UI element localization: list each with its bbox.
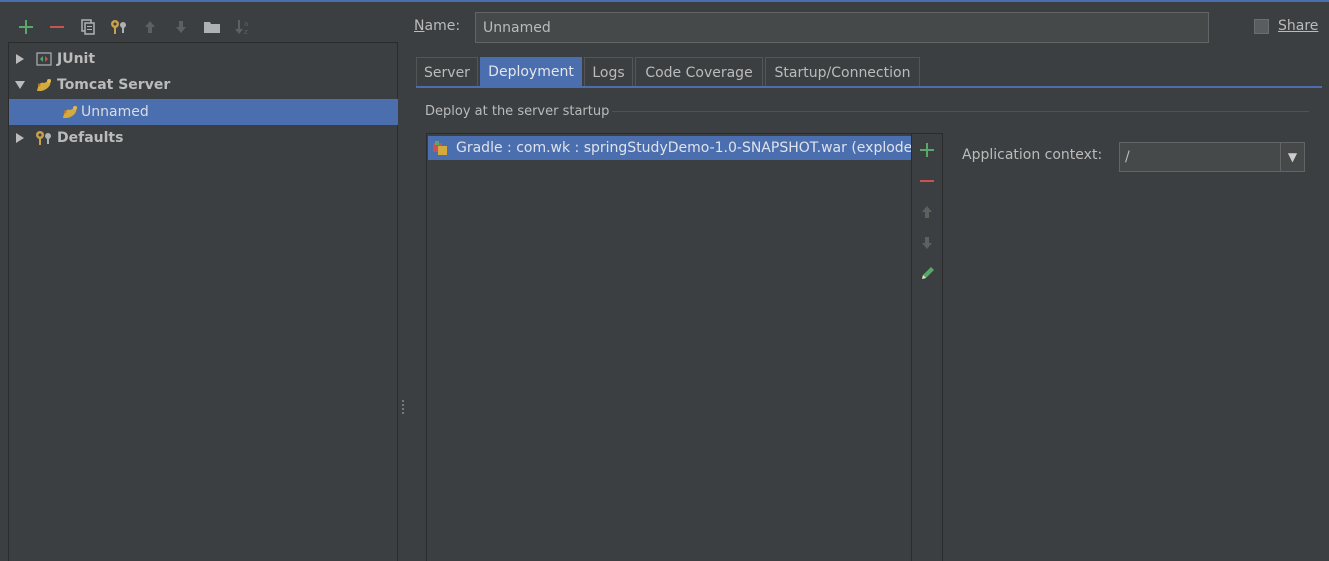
expand-arrow-icon[interactable] <box>15 54 25 64</box>
move-up-deployment-button[interactable] <box>916 201 938 223</box>
tree-item-tomcat-server[interactable]: Tomcat Server <box>9 72 398 98</box>
artifact-icon <box>431 139 449 157</box>
sort-button[interactable]: az <box>227 14 258 40</box>
share-checkbox[interactable]: Share <box>1254 18 1318 34</box>
list-item[interactable]: Gradle : com.wk : springStudyDemo-1.0-SN… <box>428 136 911 160</box>
settings-tabs: Server Deployment Logs Code Coverage Sta… <box>416 57 922 87</box>
tab-logs[interactable]: Logs <box>584 57 633 87</box>
tab-deployment[interactable]: Deployment <box>480 57 582 86</box>
copy-configuration-button[interactable] <box>72 14 103 40</box>
move-down-deployment-button[interactable] <box>916 232 938 254</box>
tree-item-label: Defaults <box>57 130 124 146</box>
application-context-combo[interactable]: / ▼ <box>1119 142 1305 172</box>
tab-code-coverage[interactable]: Code Coverage <box>635 57 763 87</box>
tree-item-label: Unnamed <box>81 104 149 120</box>
create-folder-button[interactable] <box>196 14 227 40</box>
tomcat-icon <box>61 103 79 121</box>
tree-item-unnamed[interactable]: Unnamed <box>9 99 398 125</box>
deployment-item-label: Gradle : com.wk : springStudyDemo-1.0-SN… <box>456 140 911 156</box>
folder-icon <box>203 22 220 33</box>
configurations-tree: JUnit Tomcat Server Unnamed Defaults <box>8 42 398 561</box>
minus-icon <box>920 180 934 182</box>
add-deployment-button[interactable] <box>916 139 938 161</box>
application-context-label: Application context: <box>962 147 1103 163</box>
move-down-button[interactable] <box>165 14 196 40</box>
remove-deployment-button[interactable] <box>916 170 938 192</box>
junit-icon <box>35 50 53 68</box>
arrow-up-icon <box>144 21 155 33</box>
share-label: Share <box>1278 18 1319 34</box>
edit-defaults-button[interactable] <box>103 14 134 40</box>
panel-splitter[interactable] <box>400 398 406 422</box>
arrow-up-icon <box>922 206 932 218</box>
svg-text:a: a <box>244 20 248 28</box>
plus-icon <box>920 143 934 157</box>
checkbox-box[interactable] <box>1254 18 1269 34</box>
pencil-icon <box>922 267 934 279</box>
tree-item-defaults[interactable]: Defaults <box>9 125 398 151</box>
expand-arrow-icon[interactable] <box>15 133 25 143</box>
collapse-arrow-icon[interactable] <box>15 80 25 90</box>
minus-icon <box>49 26 64 28</box>
arrow-down-icon <box>175 21 186 33</box>
section-separator <box>612 111 1309 112</box>
tab-startup-connection[interactable]: Startup/Connection <box>765 57 920 87</box>
sort-icon: az <box>234 20 248 36</box>
wrench-icon <box>110 20 126 34</box>
tab-underline <box>416 86 1322 88</box>
svg-text:z: z <box>244 28 248 36</box>
tree-item-junit[interactable]: JUnit <box>9 46 398 72</box>
copy-icon <box>80 19 95 35</box>
application-context-value[interactable]: / <box>1120 143 1280 171</box>
tab-server[interactable]: Server <box>416 57 478 87</box>
add-configuration-button[interactable] <box>10 14 41 40</box>
deployment-side-toolbar <box>911 133 943 561</box>
configurations-panel: az JUnit Tomcat Server Unnamed Defaults <box>0 2 400 561</box>
tree-item-label: JUnit <box>57 51 96 67</box>
deploy-section-title: Deploy at the server startup <box>425 104 610 119</box>
remove-configuration-button[interactable] <box>41 14 72 40</box>
tree-item-label: Tomcat Server <box>57 77 171 93</box>
tomcat-icon <box>35 76 53 94</box>
chevron-down-icon[interactable]: ▼ <box>1280 143 1304 171</box>
arrow-down-icon <box>922 237 932 249</box>
name-label: Name: <box>414 18 461 34</box>
move-up-button[interactable] <box>134 14 165 40</box>
name-input[interactable] <box>475 12 1209 43</box>
deployment-list[interactable]: Gradle : com.wk : springStudyDemo-1.0-SN… <box>426 133 912 561</box>
plus-icon <box>18 20 33 34</box>
edit-deployment-button[interactable] <box>916 263 938 285</box>
configurations-toolbar: az <box>10 14 258 40</box>
wrench-icon <box>35 129 53 147</box>
